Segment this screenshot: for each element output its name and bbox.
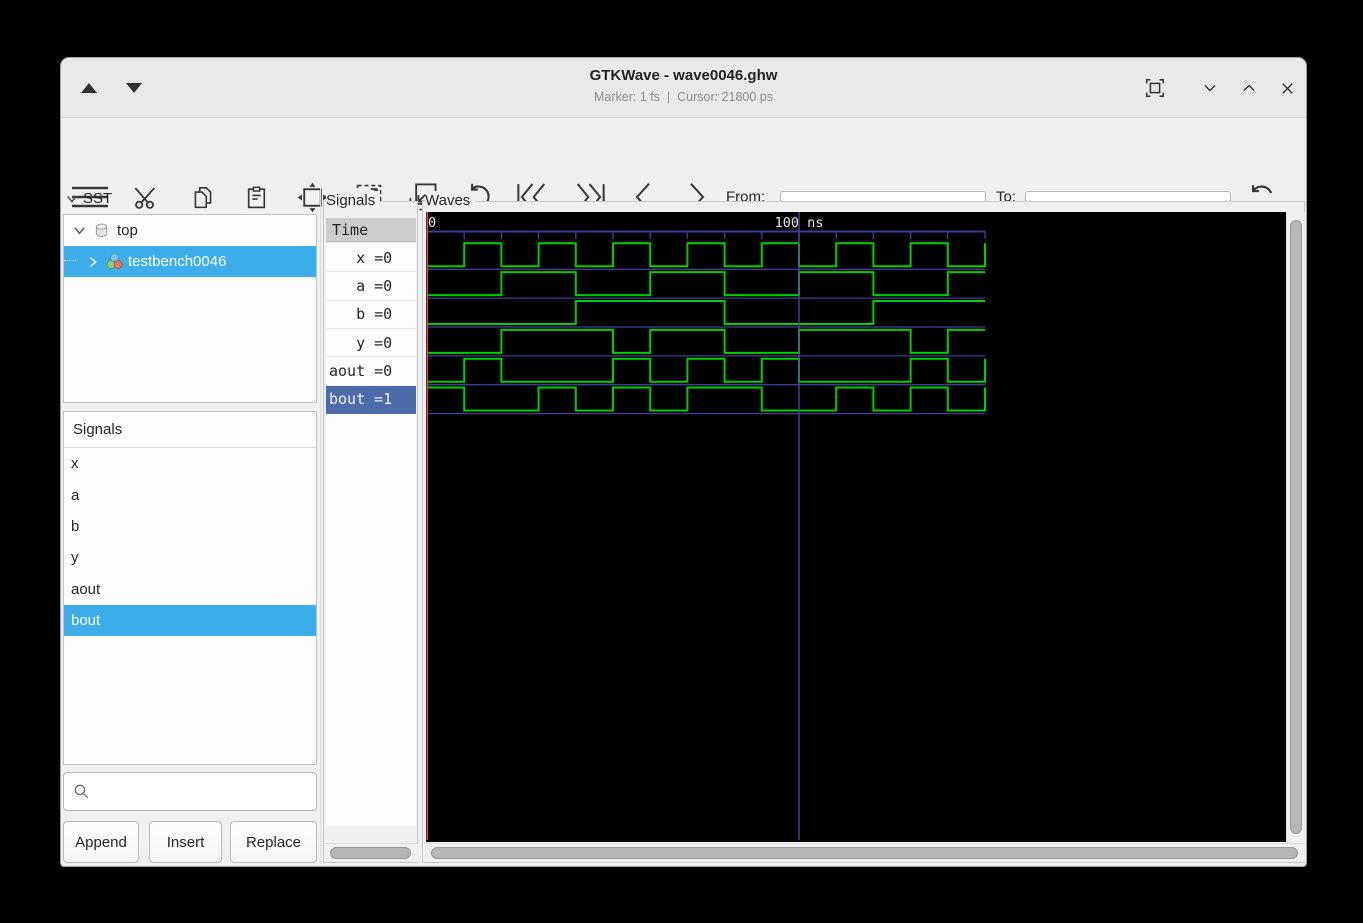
window-title: GTKWave - wave0046.ghw bbox=[61, 67, 1306, 84]
insert-button[interactable]: Insert bbox=[149, 821, 222, 863]
maximize-button[interactable] bbox=[1233, 72, 1265, 104]
scissors-icon bbox=[133, 184, 160, 211]
copy-button[interactable] bbox=[188, 175, 218, 219]
tree-item-testbench[interactable]: testbench0046 bbox=[64, 246, 316, 277]
signals-hscrollbar-track[interactable] bbox=[325, 843, 418, 862]
signal-list-item-b[interactable]: b bbox=[64, 511, 316, 542]
signals-hscrollbar-thumb[interactable] bbox=[330, 847, 411, 859]
gtkwave-window: GTKWave - wave0046.ghw Marker: 1 fs | Cu… bbox=[60, 57, 1307, 867]
fullscreen-button[interactable] bbox=[1139, 72, 1171, 104]
signal-browser-header: Signals bbox=[64, 412, 316, 448]
signals-frame: Signals Time x =0 a =0 b =0 y =0aout =0b… bbox=[323, 201, 418, 863]
sst-header-label: SST bbox=[83, 190, 112, 207]
component-spheres-icon bbox=[105, 252, 124, 271]
signals-frame-label: Signals bbox=[326, 191, 380, 211]
waves-hscrollbar-thumb[interactable] bbox=[431, 847, 1298, 859]
copy-icon bbox=[190, 184, 216, 211]
signal-browser: Signals xabyaoutbout bbox=[63, 411, 317, 765]
signal-list-item-bout[interactable]: bout bbox=[64, 605, 316, 636]
waves-frame-label: Waves bbox=[425, 191, 475, 211]
signal-value-row-y[interactable]: y =0 bbox=[326, 329, 416, 357]
toolbar: From: To: bbox=[61, 119, 1306, 186]
module-cylinder-icon bbox=[93, 222, 110, 239]
minimize-button[interactable] bbox=[1194, 72, 1226, 104]
waves-frame: Waves 0100 ns bbox=[422, 201, 1305, 863]
signal-search bbox=[63, 772, 317, 811]
signal-list-item-a[interactable]: a bbox=[64, 479, 316, 510]
signal-list-item-x[interactable]: x bbox=[64, 448, 316, 479]
svg-text:0: 0 bbox=[428, 215, 436, 231]
signal-browser-rows: xabyaoutbout bbox=[64, 448, 316, 636]
wave-canvas[interactable]: 0100 ns bbox=[426, 212, 1286, 842]
signal-value-rows: x =0 a =0 b =0 y =0aout =0bout =1 bbox=[326, 244, 416, 414]
close-icon bbox=[1278, 79, 1297, 98]
expander-right-icon[interactable] bbox=[86, 255, 100, 269]
tree-item-label: top bbox=[117, 222, 138, 239]
expander-down-icon bbox=[65, 192, 79, 206]
search-input[interactable] bbox=[94, 775, 312, 808]
tree-item-label: testbench0046 bbox=[128, 253, 226, 270]
signal-value-row-b[interactable]: b =0 bbox=[326, 301, 416, 329]
paste-button[interactable] bbox=[241, 175, 271, 219]
paned-separator[interactable] bbox=[320, 188, 321, 863]
time-header: Time bbox=[326, 218, 416, 242]
expander-down-icon[interactable] bbox=[72, 223, 87, 238]
waves-vscrollbar-track[interactable] bbox=[1286, 212, 1305, 843]
waveform-plot: 0100 ns bbox=[426, 212, 1286, 842]
close-button[interactable] bbox=[1271, 72, 1303, 104]
signal-list-item-y[interactable]: y bbox=[64, 542, 316, 573]
waves-hscrollbar-track[interactable] bbox=[424, 843, 1305, 862]
replace-button[interactable]: Replace bbox=[230, 821, 317, 863]
tree-item-top[interactable]: top bbox=[64, 215, 316, 246]
signal-value-row-aout[interactable]: aout =0 bbox=[326, 357, 416, 385]
append-button[interactable]: Append bbox=[63, 821, 139, 863]
paste-icon bbox=[244, 184, 269, 211]
titlebar: GTKWave - wave0046.ghw Marker: 1 fs | Cu… bbox=[61, 58, 1306, 118]
waves-vscrollbar-thumb[interactable] bbox=[1290, 220, 1302, 834]
signal-value-row-a[interactable]: a =0 bbox=[326, 272, 416, 300]
search-icon bbox=[73, 783, 90, 800]
cut-button[interactable] bbox=[131, 175, 161, 219]
signal-value-row-x[interactable]: x =0 bbox=[326, 244, 416, 272]
chevron-up-icon bbox=[1239, 78, 1259, 98]
sst-tree: top testbench0046 bbox=[63, 214, 317, 403]
signal-list-item-aout[interactable]: aout bbox=[64, 574, 316, 605]
marker-cursor-status: Marker: 1 fs | Cursor: 21800 ps bbox=[61, 90, 1306, 104]
signal-value-row-bout[interactable]: bout =1 bbox=[326, 386, 416, 414]
signals-panel-background bbox=[326, 414, 416, 826]
fullscreen-icon bbox=[1144, 77, 1166, 99]
sst-section-header[interactable]: SST bbox=[65, 190, 112, 207]
chevron-down-icon bbox=[1200, 78, 1220, 98]
